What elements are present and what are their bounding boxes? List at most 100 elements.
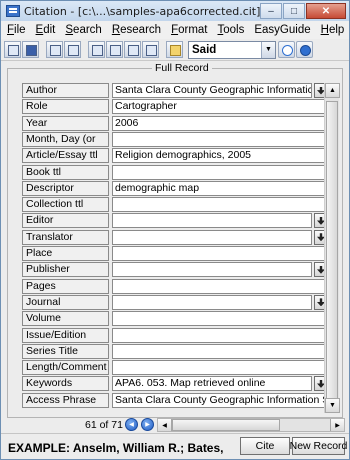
minimize-button[interactable]: – xyxy=(260,3,282,19)
field-input[interactable] xyxy=(112,213,312,229)
title-bar[interactable]: Citation - [c:\...\samples-apa6corrected… xyxy=(1,1,349,21)
field-row: Role Cartographer xyxy=(22,99,328,115)
scroll-down-icon[interactable]: ▼ xyxy=(325,398,340,413)
field-label: Publisher xyxy=(22,262,109,278)
field-input[interactable] xyxy=(112,360,328,376)
field-row: Length/Comment xyxy=(22,360,328,376)
example-citation: EXAMPLE: Anselm, William R.; Bates, xyxy=(8,441,224,455)
help-icon[interactable] xyxy=(296,41,313,58)
vertical-scrollbar[interactable]: ▲ ▼ xyxy=(324,83,340,413)
field-input[interactable]: 2006 xyxy=(112,115,328,131)
field-input[interactable]: Cartographer xyxy=(112,99,328,115)
field-input[interactable] xyxy=(112,262,312,278)
field-label: Descriptor xyxy=(22,180,109,196)
field-label: Collection ttl xyxy=(22,197,109,213)
page-icon[interactable] xyxy=(106,41,123,58)
field-input[interactable]: Santa Clara County Geographic Informatic xyxy=(112,83,312,98)
field-row: Collection ttl xyxy=(22,197,328,213)
field-input[interactable] xyxy=(112,278,328,294)
maximize-button[interactable]: □ xyxy=(283,3,305,19)
new-file-icon[interactable] xyxy=(4,41,21,58)
window-title: Citation - [c:\...\samples-apa6corrected… xyxy=(24,4,260,18)
record-view-icon[interactable] xyxy=(88,41,105,58)
record-navigation: 61 of 71 ◀ ▶ ◀ ▶ xyxy=(1,417,349,433)
next-record-icon[interactable]: ▶ xyxy=(141,418,154,431)
field-row: Month, Day (or xyxy=(22,131,328,147)
field-input[interactable] xyxy=(112,229,312,245)
field-row: Editor xyxy=(22,213,328,229)
field-row: Volume xyxy=(22,311,328,327)
record-panel: Full Record Author Santa Clara County Geo… xyxy=(1,61,349,433)
scroll-left-icon[interactable]: ◀ xyxy=(158,419,172,431)
group-title: Full Record xyxy=(152,62,212,74)
field-input[interactable] xyxy=(112,131,328,147)
scroll-thumb[interactable] xyxy=(326,101,338,401)
field-input[interactable]: APA6. 053. Map retrieved online xyxy=(112,376,312,392)
field-input[interactable]: Santa Clara County Geographic Informatio… xyxy=(112,392,328,408)
said-value: Said xyxy=(192,43,217,56)
menu-item[interactable]: Tools xyxy=(218,24,245,36)
field-row: Descriptor demographic map xyxy=(22,180,328,196)
field-label: Month, Day (or xyxy=(22,131,109,147)
field-row: Journal xyxy=(22,294,328,310)
search-icon[interactable] xyxy=(278,41,295,58)
chevron-down-icon[interactable]: ▼ xyxy=(261,41,275,58)
menu-item[interactable]: Research xyxy=(112,24,161,36)
field-label: Book ttl xyxy=(22,164,109,180)
menu-item[interactable]: Edit xyxy=(36,24,56,36)
field-label: Article/Essay ttl xyxy=(22,148,109,164)
field-row: Author Santa Clara County Geographic Info… xyxy=(22,83,328,98)
horizontal-scrollbar[interactable]: ◀ ▶ xyxy=(157,418,345,432)
field-row: Keywords APA6. 053. Map retrieved online xyxy=(22,376,328,392)
menu-item[interactable]: File xyxy=(7,24,26,36)
cite-button[interactable]: Cite xyxy=(240,437,290,455)
field-label: Translator xyxy=(22,229,109,245)
two-pane-icon[interactable] xyxy=(64,41,81,58)
app-icon xyxy=(6,5,20,17)
close-button[interactable]: ✕ xyxy=(306,3,346,19)
menu-item[interactable]: Search xyxy=(65,24,101,36)
field-label: Access Phrase xyxy=(22,392,109,408)
field-row: Year 2006 xyxy=(22,115,328,131)
field-row: Publisher xyxy=(22,262,328,278)
report-icon[interactable] xyxy=(142,41,159,58)
field-input[interactable]: demographic map xyxy=(112,180,328,196)
h-scroll-thumb[interactable] xyxy=(172,419,280,431)
field-row: Pages xyxy=(22,278,328,294)
field-row: Series Title xyxy=(22,343,328,359)
field-input[interactable] xyxy=(112,311,328,327)
field-input[interactable] xyxy=(112,197,328,213)
scroll-right-icon[interactable]: ▶ xyxy=(330,419,344,431)
save-icon[interactable] xyxy=(22,41,39,58)
menu-item[interactable]: EasyGuide xyxy=(254,24,310,36)
said-dropdown[interactable]: Said ▼ xyxy=(188,40,276,59)
field-label: Series Title xyxy=(22,343,109,359)
record-count: 61 of 71 xyxy=(85,419,123,431)
field-input[interactable] xyxy=(112,246,328,261)
field-row: Article/Essay ttl Religion demographics, … xyxy=(22,148,328,164)
field-label: Year xyxy=(22,115,109,131)
field-label: Pages xyxy=(22,278,109,294)
field-row: Access Phrase Santa Clara County Geograph… xyxy=(22,392,328,408)
menu-bar: File Edit Search Research Format Tools EasyGui… xyxy=(1,21,349,39)
field-label: Length/Comment xyxy=(22,360,109,376)
note-icon[interactable] xyxy=(166,41,183,58)
new-record-button[interactable]: New Record xyxy=(290,437,347,455)
field-list: Author Santa Clara County Geographic Info… xyxy=(22,83,328,413)
field-input[interactable] xyxy=(112,343,328,359)
field-input[interactable] xyxy=(112,327,328,343)
toolbar: Said ▼ xyxy=(1,39,349,61)
scroll-up-icon[interactable]: ▲ xyxy=(325,83,340,98)
menu-item[interactable]: Format xyxy=(171,24,207,36)
previous-record-icon[interactable]: ◀ xyxy=(125,418,138,431)
field-row: Place xyxy=(22,246,328,261)
field-input[interactable] xyxy=(112,294,312,310)
field-input[interactable]: Religion demographics, 2005 xyxy=(112,148,328,164)
list-view-icon[interactable] xyxy=(46,41,63,58)
multi-page-icon[interactable] xyxy=(124,41,141,58)
field-label: Author xyxy=(22,83,109,98)
field-label: Place xyxy=(22,246,109,261)
field-label: Editor xyxy=(22,213,109,229)
field-input[interactable] xyxy=(112,164,328,180)
menu-item[interactable]: Help xyxy=(321,24,345,36)
